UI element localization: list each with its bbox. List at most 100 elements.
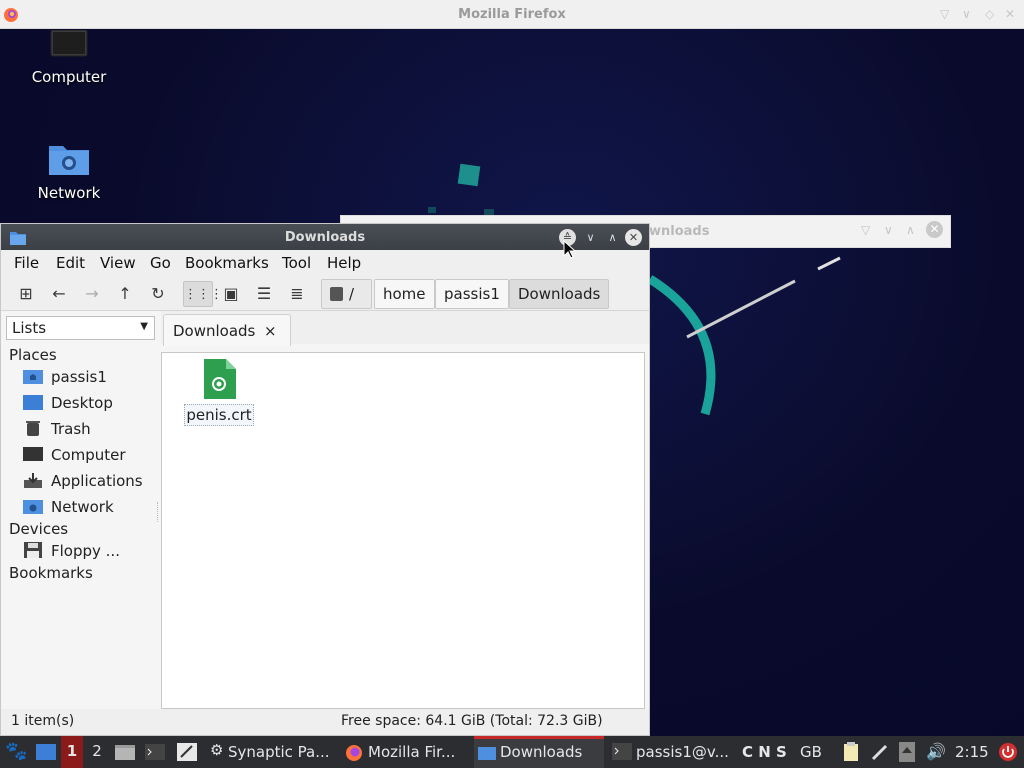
- keyboard-layout[interactable]: GB: [800, 743, 822, 761]
- sidebar-item-label: passis1: [51, 368, 107, 386]
- breadcrumb-downloads[interactable]: Downloads: [509, 279, 610, 309]
- icon-view-icon[interactable]: ⋮⋮⋮: [183, 281, 223, 307]
- up-arrow-icon[interactable]: ↑: [112, 281, 138, 307]
- sidebar-item-network[interactable]: Network: [23, 498, 114, 520]
- maximize-icon[interactable]: ◇: [985, 7, 994, 21]
- home-folder-icon: [23, 370, 43, 384]
- close-icon[interactable]: ✕: [926, 221, 943, 238]
- desktop-icon-computer[interactable]: Computer: [24, 29, 114, 86]
- trash-icon: [26, 421, 40, 436]
- sidebar-item-desktop[interactable]: Desktop: [23, 394, 113, 416]
- minimize-icon[interactable]: ∨: [962, 7, 971, 21]
- menu-view[interactable]: View: [100, 254, 136, 272]
- workspace-2[interactable]: 2: [86, 742, 108, 760]
- task-downloads[interactable]: Downloads: [474, 736, 604, 768]
- forward-arrow-icon[interactable]: →: [79, 281, 105, 307]
- eject-icon[interactable]: [899, 742, 915, 762]
- breadcrumb-root[interactable]: /: [321, 279, 372, 309]
- background-window-title: wnloads: [649, 224, 710, 239]
- minimize-icon[interactable]: ∨: [884, 223, 893, 237]
- tab-close-icon[interactable]: ×: [264, 322, 277, 340]
- drive-icon: [330, 287, 343, 301]
- task-synaptic[interactable]: ⚙ Synaptic Pa...: [208, 736, 336, 768]
- taskbar: 🐾 1 2 ⚙ Synaptic Pa... Mozilla Fir... Do…: [0, 736, 1024, 768]
- status-bar: 1 item(s) Free space: 64.1 GiB (Total: 7…: [1, 709, 649, 735]
- close-icon[interactable]: ✕: [625, 229, 642, 246]
- sidebar-item-computer[interactable]: Computer: [23, 446, 126, 468]
- side-panel-mode-select[interactable]: Lists ▼: [6, 316, 155, 340]
- task-label: Synaptic Pa...: [228, 743, 330, 761]
- file-view[interactable]: penis.crt: [161, 352, 645, 709]
- lock-key-indicators: C N S: [742, 743, 787, 761]
- menu-help[interactable]: Help: [327, 254, 361, 272]
- mouse-cursor: [563, 240, 577, 259]
- status-item-count: 1 item(s): [11, 713, 75, 729]
- power-icon[interactable]: [998, 742, 1018, 762]
- certificate-file-icon: [204, 359, 236, 399]
- sidebar-item-trash[interactable]: Trash: [23, 420, 91, 442]
- tab-bar: Downloads ×: [161, 311, 649, 346]
- desktop-icon-label: Network: [37, 184, 101, 202]
- workspace-1[interactable]: 1: [61, 736, 83, 768]
- desktop-icon: [23, 395, 43, 410]
- firefox-window-title: Mozilla Firefox: [458, 7, 566, 22]
- menu-file[interactable]: File: [14, 254, 39, 272]
- sidebar-item-label: Floppy ...: [51, 542, 120, 560]
- show-desktop-icon[interactable]: [35, 742, 57, 762]
- side-panel-mode-label: Lists: [12, 319, 47, 337]
- shade-icon[interactable]: ▽: [940, 7, 949, 21]
- menu-go[interactable]: Go: [150, 254, 171, 272]
- task-terminal[interactable]: passis1@v...: [610, 736, 738, 768]
- status-free-space: Free space: 64.1 GiB (Total: 72.3 GiB): [341, 713, 603, 729]
- sidebar-item-label: Network: [51, 498, 114, 516]
- terminal-launcher-icon[interactable]: [144, 742, 166, 762]
- sidebar-item-applications[interactable]: Applications: [23, 472, 143, 494]
- sidebar-item-floppy[interactable]: Floppy ...: [23, 542, 120, 564]
- file-manager-launcher-icon[interactable]: [114, 742, 136, 762]
- breadcrumb-home[interactable]: home: [374, 279, 435, 309]
- clock[interactable]: 2:15: [955, 743, 989, 761]
- new-tab-icon[interactable]: ⊞: [13, 281, 39, 307]
- window-titlebar[interactable]: Downloads ≙ ∨ ∧ ✕: [1, 224, 649, 250]
- maximize-icon[interactable]: ∧: [906, 223, 915, 237]
- floppy-icon: [24, 542, 42, 558]
- synaptic-icon: ⚙: [210, 741, 224, 759]
- maximize-icon[interactable]: ∧: [604, 229, 621, 246]
- computer-icon: [23, 447, 43, 461]
- sidebar-item-label: Desktop: [51, 394, 113, 412]
- sidebar-item-passis1[interactable]: passis1: [23, 368, 107, 390]
- desktop-icon-network[interactable]: Network: [24, 140, 114, 202]
- panel-resize-handle[interactable]: [157, 502, 159, 522]
- detailed-list-view-icon[interactable]: ≣: [284, 281, 310, 307]
- menu-tool[interactable]: Tool: [282, 254, 311, 272]
- start-menu-icon[interactable]: 🐾: [5, 741, 27, 762]
- task-label: Mozilla Fir...: [368, 743, 456, 761]
- reload-icon[interactable]: ↻: [145, 281, 171, 307]
- sidebar-item-label: Trash: [51, 420, 91, 438]
- task-label: passis1@v...: [636, 743, 729, 761]
- back-arrow-icon[interactable]: ←: [46, 281, 72, 307]
- file-item[interactable]: penis.crt: [184, 359, 254, 426]
- breadcrumb-label: /: [349, 285, 355, 303]
- thumbnail-view-icon[interactable]: ▣: [218, 281, 244, 307]
- dropdown-arrow-icon: ▼: [140, 321, 148, 332]
- applications-icon: [24, 473, 42, 488]
- tab-downloads[interactable]: Downloads ×: [163, 314, 291, 346]
- sidebar-item-label: Computer: [51, 446, 126, 464]
- text-editor-launcher-icon[interactable]: [176, 742, 198, 762]
- minimize-icon[interactable]: ∨: [582, 229, 599, 246]
- clipboard-icon[interactable]: [841, 742, 861, 762]
- toolbar: ⊞ ← → ↑ ↻ ⋮⋮⋮ ▣ ☰ ≣ / home passis1 Downl…: [1, 275, 649, 311]
- firefox-window-titlebar[interactable]: Mozilla Firefox ▽ ∨ ◇ ✕: [0, 0, 1024, 29]
- pen-tool-icon[interactable]: [870, 742, 890, 762]
- shade-icon[interactable]: ▽: [861, 223, 870, 237]
- menu-bookmarks[interactable]: Bookmarks: [185, 254, 269, 272]
- breadcrumb-passis1[interactable]: passis1: [435, 279, 509, 309]
- volume-icon[interactable]: 🔊: [926, 742, 946, 761]
- network-folder-icon: [23, 500, 43, 514]
- menu-bar: File Edit View Go Bookmarks Tool Help: [1, 250, 649, 275]
- close-icon[interactable]: ✕: [1005, 7, 1015, 21]
- task-firefox[interactable]: Mozilla Fir...: [343, 736, 471, 768]
- menu-edit[interactable]: Edit: [56, 254, 85, 272]
- compact-view-icon[interactable]: ☰: [251, 281, 277, 307]
